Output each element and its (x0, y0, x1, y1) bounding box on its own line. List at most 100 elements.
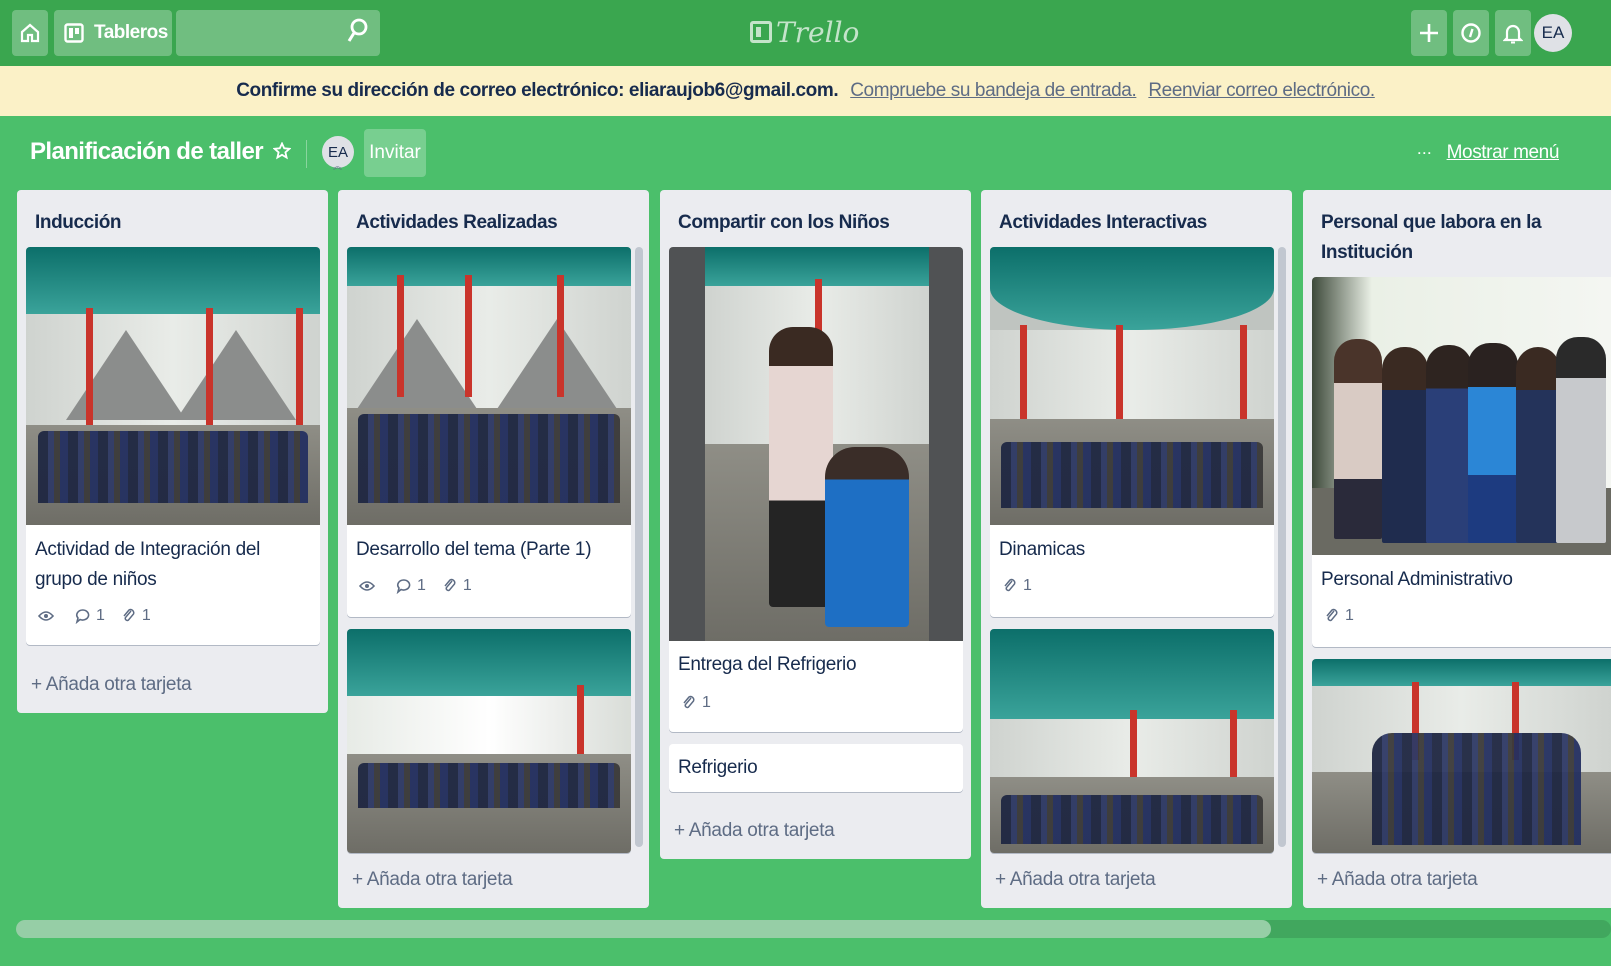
add-card-button[interactable]: + Añada otra tarjeta (995, 869, 1156, 891)
plus-icon: + (352, 869, 363, 890)
resend-email-link[interactable]: Reenviar correo electrónico. (1148, 80, 1375, 102)
comment-icon (75, 609, 90, 624)
attachment-icon (683, 695, 695, 709)
comments-badge: 1 (396, 577, 426, 595)
user-avatar[interactable]: EA (1534, 14, 1572, 52)
star-icon[interactable] (273, 142, 291, 160)
card[interactable]: Dinamicas 1 (990, 247, 1274, 617)
top-header: Tableros Trello EA (0, 0, 1611, 66)
add-card-button[interactable]: + Añada otra tarjeta (674, 820, 835, 842)
home-icon (20, 23, 40, 43)
create-button[interactable] (1411, 10, 1447, 56)
search-icon[interactable] (346, 18, 368, 44)
list-compartir-con-los-ninos[interactable]: Compartir con los Niños Entrega del Refr… (660, 190, 971, 859)
plus-icon: + (995, 869, 1006, 890)
attachments-badge: 1 (681, 694, 711, 712)
card[interactable]: Actividad de Integración del grupo de ni… (26, 247, 320, 645)
attachment-count: 1 (462, 577, 472, 594)
card[interactable]: Desarrollo del tema (Parte 1) 1 1 (347, 247, 631, 617)
card-title: Dinamicas (999, 539, 1085, 560)
list-title[interactable]: Compartir con los Niños (678, 208, 953, 238)
plus-icon: + (1317, 869, 1328, 890)
card[interactable] (1312, 659, 1611, 853)
list-title[interactable]: Actividades Interactivas (999, 208, 1274, 238)
attachment-icon (1004, 578, 1016, 592)
comments-badge: 1 (75, 607, 105, 625)
list-personal-institucion[interactable]: Personal que labora en la Institución Pe… (1303, 190, 1611, 908)
card[interactable] (990, 629, 1274, 853)
watching-badge (359, 580, 380, 592)
list-scrollbar[interactable] (1278, 247, 1286, 847)
card-cover-image (1312, 659, 1611, 853)
plus-icon: + (674, 820, 685, 841)
header-divider (306, 140, 307, 168)
add-card-label: Añada otra tarjeta (688, 820, 835, 841)
search-input[interactable] (176, 10, 362, 54)
attachments-badge: 1 (1324, 607, 1354, 625)
list-title[interactable]: Inducción (35, 208, 310, 238)
list-induccion[interactable]: Inducción Actividad de Integración del g… (17, 190, 328, 713)
email-confirmation-banner: Confirme su dirección de correo electrón… (0, 66, 1611, 116)
list-scrollbar[interactable] (635, 247, 643, 847)
card-badges: 1 (1324, 607, 1370, 625)
list-title[interactable]: Personal que labora en la Institución (1321, 208, 1593, 268)
show-menu-label: Mostrar menú (1446, 142, 1560, 163)
board-member-avatar[interactable]: EA ︽ (322, 136, 354, 171)
attachment-icon (444, 578, 456, 592)
member-initials: EA (327, 143, 348, 161)
check-inbox-link[interactable]: Compruebe su bandeja de entrada. (850, 80, 1137, 102)
card-title: Refrigerio (678, 757, 758, 778)
attachments-badge: 1 (121, 607, 151, 625)
show-menu-button[interactable]: ··· Mostrar menú (1418, 142, 1560, 164)
plus-icon: + (31, 674, 42, 695)
card-badges: 1 (1002, 577, 1048, 595)
comment-count: 1 (417, 577, 426, 594)
notifications-button[interactable] (1495, 10, 1531, 56)
card-title: Entrega del Refrigerio (678, 654, 857, 675)
list-actividades-realizadas[interactable]: Actividades Realizadas Desarrollo del te… (338, 190, 649, 908)
card-cover-image (990, 629, 1274, 853)
card-badges: 1 1 (359, 577, 488, 595)
boards-button[interactable]: Tableros (54, 10, 172, 56)
card-cover-image (347, 247, 631, 525)
attachment-icon (1326, 608, 1338, 622)
trello-logo[interactable]: Trello (750, 14, 859, 50)
attachments-badge: 1 (442, 577, 472, 595)
banner-message: Confirme su dirección de correo electrón… (236, 80, 839, 101)
attachment-count: 1 (141, 607, 151, 624)
search-box[interactable] (176, 10, 380, 56)
card-title: Desarrollo del tema (Parte 1) (356, 539, 592, 560)
add-card-label: Añada otra tarjeta (1331, 869, 1478, 890)
plus-icon (1420, 24, 1438, 42)
attachment-count: 1 (1023, 577, 1032, 594)
eye-icon (359, 581, 375, 591)
boards-label: Tableros (94, 22, 168, 43)
card-badges: 1 (681, 694, 727, 712)
add-card-button[interactable]: + Añada otra tarjeta (352, 869, 513, 891)
add-card-label: Añada otra tarjeta (366, 869, 513, 890)
add-card-label: Añada otra tarjeta (45, 674, 192, 695)
add-card-button[interactable]: + Añada otra tarjeta (31, 674, 192, 696)
board-scrollbar-thumb[interactable] (16, 920, 1271, 938)
invite-button[interactable]: Invitar (364, 129, 426, 177)
list-title[interactable]: Actividades Realizadas (356, 208, 631, 238)
card-title: Actividad de Integración del grupo de ni… (35, 539, 261, 590)
card[interactable]: Personal Administrativo 1 (1312, 277, 1611, 647)
info-icon (1461, 23, 1481, 43)
card[interactable] (347, 629, 631, 853)
card-cover-image (669, 247, 963, 641)
info-button[interactable] (1453, 10, 1489, 56)
card-cover-image (990, 247, 1274, 525)
card-cover-image (26, 247, 320, 525)
list-actividades-interactivas[interactable]: Actividades Interactivas Dinamicas 1 + Añ… (981, 190, 1292, 908)
card[interactable]: Refrigerio (669, 744, 963, 792)
card-cover-image (347, 629, 631, 853)
comment-count: 1 (96, 607, 105, 624)
user-initials: EA (1541, 23, 1565, 42)
home-button[interactable] (12, 10, 48, 56)
add-card-label: Añada otra tarjeta (1009, 869, 1156, 890)
attachment-count: 1 (1345, 607, 1354, 624)
card[interactable]: Entrega del Refrigerio 1 (669, 247, 963, 732)
add-card-button[interactable]: + Añada otra tarjeta (1317, 869, 1478, 891)
board-title[interactable]: Planificación de taller (30, 138, 264, 166)
